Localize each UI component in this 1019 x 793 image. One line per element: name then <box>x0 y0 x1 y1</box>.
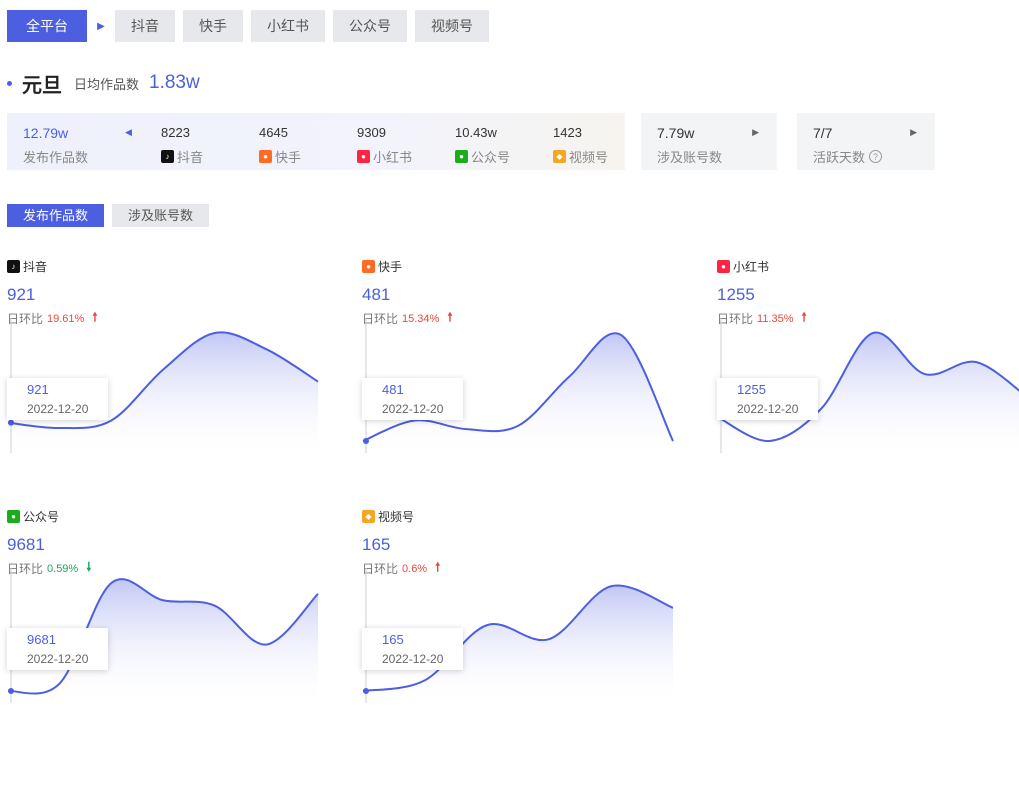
chart-value: 165 <box>362 535 391 554</box>
tooltip-value: 1255 <box>737 382 766 397</box>
event-heading: 元旦 日均作品数 1.83w <box>7 68 200 98</box>
hover-point[interactable] <box>8 419 14 426</box>
chart-value: 921 <box>7 285 36 304</box>
chart-title: ◆ 视频号 <box>362 508 414 525</box>
summary-douyin-value: 8223 <box>161 125 190 140</box>
summary-kuaishou-label: 快手 <box>275 150 302 165</box>
chart-platform-name: 公众号 <box>23 510 60 524</box>
summary-kuaishou: 4645 ● 快手 <box>259 124 301 166</box>
active-days-card[interactable]: 7/7 活跃天数? ▶ <box>797 113 935 170</box>
accounts-value: 7.79w <box>657 125 695 141</box>
summary-channels: 1423 ◆ 视频号 <box>553 124 608 166</box>
caret-right-icon[interactable]: ▶ <box>752 127 759 138</box>
chart-tooltip: 165 2022-12-20 <box>362 628 463 670</box>
tooltip-date: 2022-12-20 <box>737 402 799 416</box>
hover-point[interactable] <box>363 688 369 694</box>
summary-channels-label: 视频号 <box>569 150 609 165</box>
douyin-icon: ♪ <box>7 260 20 273</box>
summary-xiaohongshu-label: 小红书 <box>373 150 413 165</box>
chart-channels: ◆ 视频号 165 日环比 0.6% 🠕 165 2022-12-20 <box>362 508 674 718</box>
xiaohongshu-icon: ● <box>717 260 730 273</box>
caret-left-icon[interactable]: ◀ <box>125 127 132 138</box>
channels-icon: ◆ <box>362 510 375 523</box>
tab-all-platforms[interactable]: 全平台 <box>7 10 87 42</box>
tooltip-value: 481 <box>382 382 404 397</box>
chart-platform-name: 快手 <box>378 260 403 274</box>
tooltip-date: 2022-12-20 <box>382 402 444 416</box>
chart-platform-name: 抖音 <box>23 260 48 274</box>
works-summary-card[interactable]: 12.79w 发布作品数 ◀ 8223 ♪ 抖音 4645 ● 快手 9309 ● 小… <box>7 113 625 170</box>
bullet-dot-icon <box>7 80 12 86</box>
summary-channels-value: 1423 <box>553 125 582 140</box>
chart-platform-name: 视频号 <box>378 510 415 524</box>
accounts-label: 涉及账号数 <box>657 150 723 165</box>
caret-right-icon: ▶ <box>97 20 105 32</box>
tooltip-date: 2022-12-20 <box>382 652 444 666</box>
summary-xiaohongshu-value: 9309 <box>357 125 386 140</box>
total-works-label: 发布作品数 <box>23 150 89 165</box>
chart-value: 1255 <box>717 285 755 304</box>
summary-xiaohongshu: 9309 ● 小红书 <box>357 124 412 166</box>
wechat-icon: ● <box>455 150 468 163</box>
kuaishou-icon: ● <box>362 260 375 273</box>
chart-title: ● 公众号 <box>7 508 59 525</box>
chart-xiaohongshu: ● 小红书 1255 日环比 11.35% 🠕 1255 2022-12-20 <box>717 258 1019 468</box>
accounts-card[interactable]: 7.79w 涉及账号数 ▶ <box>641 113 777 170</box>
chart-title: ♪ 抖音 <box>7 258 47 275</box>
chart-title: ● 快手 <box>362 258 402 275</box>
tooltip-value: 921 <box>27 382 49 397</box>
xiaohongshu-icon: ● <box>357 150 370 163</box>
summary-kuaishou-value: 4645 <box>259 125 288 140</box>
summary-douyin: 8223 ♪ 抖音 <box>161 124 203 166</box>
chart-tooltip: 9681 2022-12-20 <box>7 628 108 670</box>
chart-kuaishou: ● 快手 481 日环比 15.34% 🠕 481 2022-12-20 <box>362 258 674 468</box>
chart-tooltip: 921 2022-12-20 <box>7 378 108 420</box>
tab-works-count[interactable]: 发布作品数 <box>7 204 105 227</box>
daily-works-label: 日均作品数 <box>74 76 140 92</box>
channels-icon: ◆ <box>553 150 566 163</box>
summary-wechat-label: 公众号 <box>471 150 511 165</box>
chart-value: 9681 <box>7 535 45 554</box>
hover-point[interactable] <box>363 438 369 444</box>
tooltip-date: 2022-12-20 <box>27 652 89 666</box>
tooltip-value: 165 <box>382 632 404 647</box>
chart-tooltip: 1255 2022-12-20 <box>717 378 818 420</box>
tab-xiaohongshu[interactable]: 小红书 <box>251 10 325 42</box>
chart-wechat: ● 公众号 9681 日环比 0.59% 🠗 9681 2022-12-20 <box>7 508 319 718</box>
active-days-label: 活跃天数? <box>813 147 883 166</box>
summary-wechat: 10.43w ● 公众号 <box>455 124 510 166</box>
active-days-value: 7/7 <box>813 125 833 141</box>
daily-works-value: 1.83w <box>149 72 200 93</box>
hover-point[interactable] <box>8 688 14 694</box>
tab-channels[interactable]: 视频号 <box>415 10 489 42</box>
wechat-icon: ● <box>7 510 20 523</box>
caret-right-icon[interactable]: ▶ <box>910 127 917 138</box>
event-title: 元旦 <box>22 74 62 97</box>
tooltip-value: 9681 <box>27 632 56 647</box>
metric-tabs: 发布作品数 涉及账号数 <box>7 204 217 227</box>
question-icon[interactable]: ? <box>869 150 883 163</box>
tab-accounts-count[interactable]: 涉及账号数 <box>112 204 210 227</box>
chart-douyin: ♪ 抖音 921 日环比 19.61% 🠕 921 2022-12-20 <box>7 258 319 468</box>
tab-douyin[interactable]: 抖音 <box>115 10 175 42</box>
chart-tooltip: 481 2022-12-20 <box>362 378 463 420</box>
tab-wechat-official[interactable]: 公众号 <box>333 10 407 42</box>
chart-platform-name: 小红书 <box>733 260 770 274</box>
summary-wechat-value: 10.43w <box>455 125 497 140</box>
total-works-value: 12.79w <box>23 125 69 141</box>
kuaishou-icon: ● <box>259 150 272 163</box>
chart-title: ● 小红书 <box>717 258 769 275</box>
tooltip-date: 2022-12-20 <box>27 402 89 416</box>
platform-tabs: 全平台 ▶ 抖音 快手 小红书 公众号 视频号 <box>7 10 497 42</box>
douyin-icon: ♪ <box>161 150 174 163</box>
tab-kuaishou[interactable]: 快手 <box>183 10 243 42</box>
total-works: 12.79w 发布作品数 <box>23 124 88 166</box>
chart-value: 481 <box>362 285 391 304</box>
summary-douyin-label: 抖音 <box>177 150 204 165</box>
